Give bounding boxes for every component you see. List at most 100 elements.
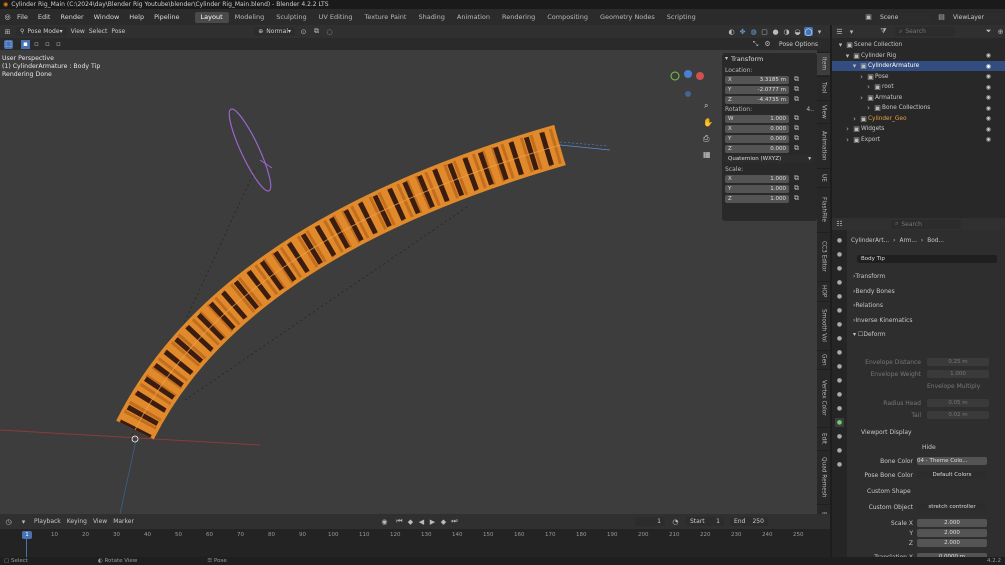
solid-shading-icon[interactable]: ● [771, 27, 780, 36]
sidebar-tab-view[interactable]: View [817, 99, 830, 123]
overlay-icon[interactable]: ◍ [749, 27, 758, 36]
prev-key-icon[interactable]: ◆ [406, 517, 415, 526]
view-menu[interactable]: View [71, 28, 85, 35]
tab-rendering[interactable]: Rendering [496, 12, 541, 23]
filter-icon[interactable]: ⧩ [879, 27, 888, 36]
rendered-shading-icon[interactable]: ◒ [793, 27, 802, 36]
lock-icon[interactable]: ⧉ [792, 124, 801, 133]
sidebar-tab-animation[interactable]: Animation [817, 123, 830, 167]
lock-icon[interactable]: ⧉ [792, 194, 801, 203]
sidebar-tab-flashfile[interactable]: FlashFile [817, 187, 830, 231]
rotation-mode-select[interactable]: Quaternion (WXYZ) ▾ [725, 155, 814, 163]
expand-arrow-icon[interactable]: › [843, 135, 852, 144]
tab-uv-editing[interactable]: UV Editing [313, 12, 359, 23]
prop-tab-bone-constraint-icon[interactable]: ● [835, 432, 844, 441]
breadcrumb-item[interactable]: CylinderArt... [851, 238, 889, 244]
outliner-row[interactable]: › ▣ Bone Collections ◉ [832, 103, 1005, 113]
expand-arrow-icon[interactable]: › [857, 72, 866, 81]
prop-tab-constraints-icon[interactable]: ● [835, 390, 844, 399]
shading-options-icon[interactable]: ▾ [815, 27, 824, 36]
menu-render[interactable]: Render [55, 13, 88, 21]
sidebar-tab-gen[interactable]: Gen [817, 349, 830, 369]
section-transform[interactable]: › Transform [853, 273, 885, 280]
properties-editor-icon[interactable]: ☷ [835, 220, 844, 229]
3d-viewport[interactable]: ⌕ ✋ ⎙ ▦ [0, 50, 830, 515]
lock-icon[interactable]: ⧉ [792, 85, 801, 94]
outliner-row[interactable]: ▾ ▣ Cylinder Rig ◉ [832, 51, 1005, 61]
tab-modeling[interactable]: Modeling [229, 12, 271, 23]
section-inverse-kinematics[interactable]: › Inverse Kinematics [853, 317, 912, 324]
expand-arrow-icon[interactable]: › [843, 125, 852, 134]
tab-geometry-nodes[interactable]: Geometry Nodes [594, 12, 661, 23]
xray-icon[interactable]: ▢ [760, 27, 769, 36]
prop-tab-bone-icon[interactable]: ● [835, 418, 844, 427]
gizmo-icon[interactable]: ✥ [738, 27, 747, 36]
next-key-icon[interactable]: ◆ [439, 517, 448, 526]
visibility-icon[interactable]: ◐ [727, 27, 736, 36]
prop-tab-data-icon[interactable]: ● [835, 404, 844, 413]
tab-shading[interactable]: Shading [412, 12, 450, 23]
scale-y-field[interactable]: 2.000 [917, 529, 987, 537]
play-reverse-icon[interactable]: ◀ [417, 517, 426, 526]
jump-end-icon[interactable]: ⏭ [450, 517, 459, 526]
bone-color-select[interactable]: 04 - Theme Colo... [917, 457, 987, 465]
tab-layout[interactable]: Layout [194, 11, 229, 23]
prop-tab-texture-icon[interactable]: ● [835, 460, 844, 469]
timeline-editor-icon[interactable]: ◷ [4, 517, 13, 526]
menu-file[interactable]: File [12, 13, 33, 21]
prop-tab-view-layer-icon[interactable]: ● [835, 278, 844, 287]
properties-search-input[interactable]: ⌕ Search [891, 219, 961, 229]
prop-tab-object-icon[interactable]: ● [835, 334, 844, 343]
lock-icon[interactable]: ⧉ [792, 144, 801, 153]
sidebar-tab-item[interactable]: Item [817, 52, 830, 75]
prop-tab-material-icon[interactable]: ● [835, 446, 844, 455]
timeline[interactable]: 1102030405060708090100110120130140150160… [0, 529, 830, 557]
visibility-eye-icon[interactable]: ◉ [986, 94, 991, 101]
preview-range-icon[interactable]: ◔ [671, 517, 680, 526]
lock-icon[interactable]: ⧉ [792, 184, 801, 193]
keying-menu[interactable]: Keying [67, 518, 87, 525]
outliner-row[interactable]: › ▣ Cylinder_Geo ◉ [832, 114, 1005, 124]
outliner-row[interactable]: › ▣ root ◉ [832, 82, 1005, 92]
expand-arrow-icon[interactable]: ▾ [850, 62, 859, 71]
tab-sculpting[interactable]: Sculpting [270, 12, 312, 23]
tab-animation[interactable]: Animation [451, 12, 496, 23]
radius-head-field[interactable]: 0.05 m [927, 399, 989, 407]
select-mode-extend-icon[interactable]: ▫ [32, 40, 41, 49]
outliner-row[interactable]: › ▣ Widgets ◉ [832, 124, 1005, 134]
prop-tab-render-icon[interactable]: ● [835, 250, 844, 259]
view-layer-selector[interactable]: ViewLayer [949, 12, 1001, 22]
expand-arrow-icon[interactable]: ▾ [843, 51, 852, 60]
select-mode-subtract-icon[interactable]: ▫ [43, 40, 52, 49]
prop-tab-scene-icon[interactable]: ● [835, 292, 844, 301]
visibility-eye-icon[interactable]: ◉ [986, 136, 991, 143]
lock-icon[interactable]: ⧉ [792, 95, 801, 104]
pose-bone-color-select[interactable]: Default Colors [917, 471, 987, 479]
sidebar-tab-quad-remesh[interactable]: Quad Remesh [817, 450, 830, 502]
menu-pipeline[interactable]: Pipeline [149, 13, 184, 21]
rotation-z-field[interactable]: Z 0.000 [725, 144, 789, 153]
camera-view-icon[interactable]: ⎙ [703, 134, 710, 143]
breadcrumb-item[interactable]: Bod... [927, 238, 944, 244]
prop-tab-collection-icon[interactable]: ● [835, 320, 844, 329]
tail-field[interactable]: 0.02 m [927, 411, 989, 419]
pan-hand-icon[interactable]: ✋ [703, 117, 713, 127]
scale-z-field[interactable]: 2.000 [917, 539, 987, 547]
new-collection-icon[interactable]: ⊕ [996, 27, 1005, 36]
blender-menu-icon[interactable]: ◎ [3, 13, 12, 22]
funnel-icon[interactable]: ⏷ [984, 27, 993, 36]
visibility-eye-icon[interactable]: ◉ [986, 84, 991, 91]
visibility-eye-icon[interactable]: ◉ [986, 126, 991, 133]
marker-menu[interactable]: Marker [113, 518, 134, 525]
menu-edit[interactable]: Edit [33, 13, 56, 21]
editor-type-icon[interactable]: ⊞ [3, 27, 12, 36]
zoom-icon[interactable]: ⌕ [704, 101, 708, 110]
prop-tab-modifiers-icon[interactable]: ● [835, 348, 844, 357]
bone-name-field[interactable]: Body Tip [857, 255, 997, 263]
playback-menu[interactable]: Playback [34, 518, 61, 525]
pose-menu[interactable]: Pose [111, 28, 125, 35]
expand-arrow-icon[interactable]: ▾ [836, 41, 845, 50]
lock-icon[interactable]: ⧉ [792, 134, 801, 143]
breadcrumb-item[interactable]: Arm... [899, 238, 916, 244]
prop-tab-particles-icon[interactable]: ● [835, 362, 844, 371]
